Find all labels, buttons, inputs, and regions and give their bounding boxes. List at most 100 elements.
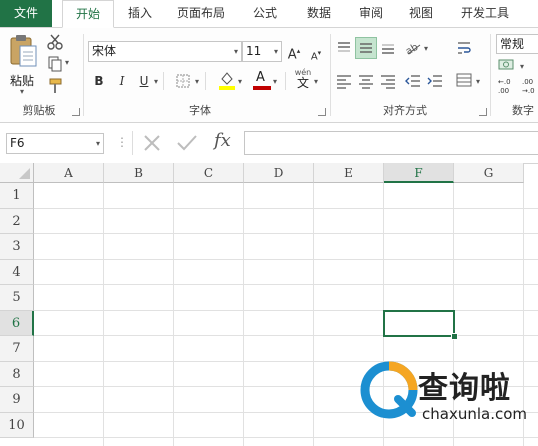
formula-input[interactable]: [244, 131, 538, 155]
grid-line: [34, 335, 538, 336]
top-align-icon[interactable]: [336, 40, 352, 56]
accounting-dropdown-icon[interactable]: ▾: [520, 62, 524, 71]
phonetic-dropdown-icon[interactable]: ▾: [314, 77, 318, 86]
watermark-brand: 查询啦: [418, 371, 511, 406]
row-header-8[interactable]: 8: [0, 361, 34, 387]
font-launcher-icon[interactable]: [318, 108, 326, 116]
tab-page-layout[interactable]: 页面布局: [168, 0, 234, 27]
fill-color-icon[interactable]: [218, 70, 236, 90]
fill-handle[interactable]: [451, 333, 458, 340]
enter-icon[interactable]: [176, 133, 198, 153]
borders-dropdown-icon[interactable]: ▾: [195, 77, 199, 86]
grid-line: [34, 233, 538, 234]
cut-icon[interactable]: [47, 34, 65, 52]
borders-icon[interactable]: [176, 74, 192, 90]
accounting-format-icon[interactable]: [498, 58, 518, 74]
grid-line: [243, 183, 244, 446]
fill-color-dropdown-icon[interactable]: ▾: [238, 77, 242, 86]
formula-bar: F6 ▾ ⋮ fx: [0, 123, 538, 164]
paste-dropdown-icon: ▾: [20, 87, 25, 96]
group-divider: [330, 34, 331, 116]
row-header-4[interactable]: 4: [0, 259, 34, 285]
middle-align-icon[interactable]: [355, 37, 377, 59]
row-header-3[interactable]: 3: [0, 234, 34, 260]
watermark-domain: chaxunla.com: [422, 405, 527, 423]
group-divider: [83, 34, 84, 116]
wrap-text-icon[interactable]: [456, 40, 472, 56]
column-header-d[interactable]: D: [244, 163, 314, 183]
align-left-icon[interactable]: [336, 73, 352, 89]
merge-center-icon[interactable]: [456, 72, 472, 88]
divider: [132, 131, 133, 155]
format-painter-icon[interactable]: [47, 78, 65, 96]
phonetic-guide-icon[interactable]: wén 文: [294, 68, 312, 94]
grid-line: [34, 284, 538, 285]
row-header-5[interactable]: 5: [0, 285, 34, 311]
insert-function-icon[interactable]: fx: [214, 130, 231, 151]
number-format-value: 常规: [500, 37, 525, 51]
tab-home[interactable]: 开始: [62, 0, 114, 28]
align-center-icon[interactable]: [358, 73, 374, 89]
increase-indent-icon[interactable]: [427, 73, 443, 89]
font-group-label: 字体: [189, 104, 211, 117]
row-header-7[interactable]: 7: [0, 336, 34, 362]
alignment-group-label: 对齐方式: [383, 104, 427, 117]
row-header-6[interactable]: 6: [0, 310, 34, 336]
name-box[interactable]: F6 ▾: [6, 133, 104, 154]
row-header-9[interactable]: 9: [0, 387, 34, 413]
divider: [205, 72, 206, 90]
copy-icon[interactable]: ▾: [47, 56, 73, 74]
clipboard-launcher-icon[interactable]: [72, 108, 80, 116]
paste-button[interactable]: 粘贴 ▾: [6, 32, 44, 96]
grow-font-button[interactable]: A▴: [286, 41, 302, 62]
increase-decimal-icon[interactable]: ←.0.00: [498, 78, 518, 98]
group-divider: [490, 34, 491, 116]
tab-view[interactable]: 视图: [398, 0, 444, 27]
select-all-button[interactable]: [0, 163, 34, 183]
alignment-launcher-icon[interactable]: [479, 108, 487, 116]
grid-line: [34, 309, 538, 311]
font-name-value: 宋体: [92, 44, 117, 58]
font-color-dropdown-icon[interactable]: ▾: [273, 77, 277, 86]
orientation-icon[interactable]: ab: [404, 39, 422, 58]
tab-developer[interactable]: 开发工具: [452, 0, 518, 27]
decrease-decimal-icon[interactable]: .00 →.0: [522, 78, 538, 98]
bottom-align-icon[interactable]: [380, 40, 396, 56]
row-header-2[interactable]: 2: [0, 208, 34, 234]
row-header-1[interactable]: 1: [0, 183, 34, 209]
row-header-10[interactable]: 10: [0, 412, 34, 438]
column-header-f[interactable]: F: [384, 163, 454, 183]
tab-file[interactable]: 文件: [0, 0, 52, 27]
orientation-dropdown-icon[interactable]: ▾: [424, 44, 428, 53]
underline-button[interactable]: U: [135, 71, 153, 91]
align-right-icon[interactable]: [380, 73, 396, 89]
active-cell[interactable]: [383, 309, 455, 337]
font-name-select[interactable]: 宋体 ▾: [88, 41, 242, 62]
tab-insert[interactable]: 插入: [117, 0, 163, 27]
chevron-down-icon: ▾: [233, 47, 238, 56]
bold-button[interactable]: B: [90, 71, 108, 91]
paste-icon: [10, 35, 37, 67]
name-box-value: F6: [10, 136, 25, 150]
underline-dropdown-icon[interactable]: ▾: [154, 77, 158, 86]
shrink-font-button[interactable]: A▾: [308, 43, 324, 63]
font-size-select[interactable]: 11 ▾: [242, 41, 282, 62]
tab-formulas[interactable]: 公式: [242, 0, 288, 27]
column-header-e[interactable]: E: [314, 163, 384, 183]
more-options-icon[interactable]: ⋮: [116, 135, 128, 149]
column-header-a[interactable]: A: [34, 163, 104, 183]
column-header-b[interactable]: B: [104, 163, 174, 183]
tab-review[interactable]: 审阅: [348, 0, 394, 27]
column-header-c[interactable]: C: [174, 163, 244, 183]
decrease-indent-icon[interactable]: [405, 73, 421, 89]
grid-line: [34, 258, 538, 260]
column-header-g[interactable]: G: [454, 163, 524, 183]
number-format-select[interactable]: 常规: [496, 34, 538, 54]
italic-button[interactable]: I: [113, 71, 131, 91]
tab-data[interactable]: 数据: [296, 0, 342, 27]
font-color-icon[interactable]: A: [253, 70, 271, 90]
cancel-icon[interactable]: [142, 133, 162, 153]
svg-text:ab: ab: [404, 42, 420, 57]
chevron-down-icon: ▾: [273, 47, 278, 56]
merge-dropdown-icon[interactable]: ▾: [476, 77, 480, 86]
